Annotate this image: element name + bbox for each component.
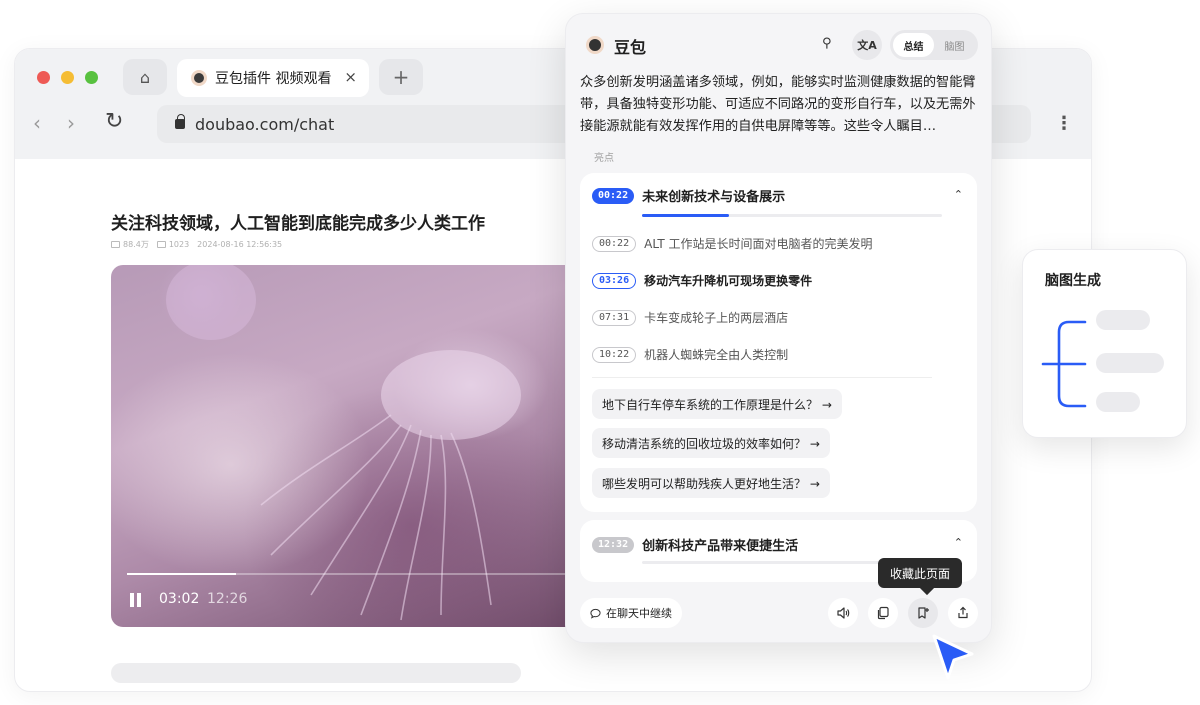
section-header[interactable]: 12:32 创新科技产品带来便捷生活 bbox=[592, 535, 798, 554]
highlight-text: 卡车变成轮子上的两层酒店 bbox=[644, 311, 789, 325]
stage: ⌂ 豆包插件 视频观看 × + ‹ › ↻ doubao.com/chat ⋮ … bbox=[0, 0, 1200, 705]
divider bbox=[592, 377, 932, 378]
section-timestamp[interactable]: 12:32 bbox=[592, 536, 635, 553]
highlight-section-card: 00:22 未来创新技术与设备展示 ⌃ 00:22 ALT 工作站是长时间面对电… bbox=[580, 173, 977, 512]
tab-mindmap[interactable]: 脑图 bbox=[934, 33, 975, 57]
bookmark-tooltip: 收藏此页面 bbox=[878, 558, 963, 588]
highlight-text: 移动汽车升降机可现场更换零件 bbox=[644, 274, 813, 288]
panel-title: 豆包 bbox=[614, 38, 647, 57]
highlight-item[interactable]: 07:31 卡车变成轮子上的两层酒店 bbox=[592, 309, 788, 326]
play-count-icon bbox=[111, 241, 120, 248]
view-switcher: 总结 脑图 bbox=[890, 30, 978, 60]
views-count: 88.4万 bbox=[111, 239, 149, 250]
doubao-favicon-icon bbox=[191, 70, 207, 86]
chat-bubble-icon bbox=[590, 608, 601, 619]
tab-title: 豆包插件 视频观看 bbox=[215, 71, 332, 87]
video-progress-track[interactable] bbox=[127, 573, 581, 575]
back-icon[interactable]: ‹ bbox=[33, 111, 41, 135]
search-icon[interactable]: ⚲ bbox=[822, 36, 832, 51]
lock-icon bbox=[175, 114, 185, 129]
mindmap-card[interactable]: 脑图生成 bbox=[1022, 249, 1187, 438]
summary-text: 众多创新发明涵盖诸多领域，例如，能够实时监测健康数据的智能臂带，具备独特变形功能… bbox=[580, 75, 976, 134]
continue-label: 在聊天中继续 bbox=[606, 607, 672, 620]
highlight-timestamp[interactable]: 07:31 bbox=[592, 309, 637, 326]
highlight-item[interactable]: 10:22 机器人蜘蛛完全由人类控制 bbox=[592, 346, 788, 363]
doubao-side-panel: 豆包 ⚲ 文A 总结 脑图 众多创新发明涵盖诸多领域，例如，能够实时监测健康数据… bbox=[565, 13, 992, 643]
mindmap-node bbox=[1096, 310, 1150, 330]
mindmap-node bbox=[1096, 392, 1140, 412]
cursor-arrow-icon bbox=[932, 634, 974, 680]
reload-icon[interactable]: ↻ bbox=[105, 109, 123, 134]
current-time: 03:02 bbox=[159, 591, 200, 607]
video-player[interactable]: 03:02 12:26 bbox=[111, 265, 591, 627]
more-menu-icon[interactable]: ⋮ bbox=[1055, 113, 1073, 134]
close-window-button[interactable] bbox=[37, 71, 50, 84]
highlight-item[interactable]: 00:22 ALT 工作站是长时间面对电脑者的完美发明 bbox=[592, 235, 873, 252]
comments-count: 1023 bbox=[156, 240, 190, 249]
continue-in-chat-button[interactable]: 在聊天中继续 bbox=[580, 598, 682, 628]
mindmap-node bbox=[1096, 353, 1164, 373]
suggested-question[interactable]: 哪些发明可以帮助残疾人更好地生活？ → bbox=[592, 468, 830, 498]
video-progress-fill bbox=[127, 573, 236, 575]
suggested-question[interactable]: 地下自行车停车系统的工作原理是什么？ → bbox=[592, 389, 842, 419]
copy-icon[interactable] bbox=[868, 598, 898, 628]
browser-tab[interactable]: 豆包插件 视频观看 × bbox=[177, 59, 369, 97]
section-progress-fill bbox=[642, 214, 729, 217]
share-icon[interactable] bbox=[948, 598, 978, 628]
section-progress-track bbox=[642, 561, 882, 564]
collapse-chevron-icon[interactable]: ⌃ bbox=[954, 536, 963, 549]
comment-icon bbox=[156, 241, 166, 248]
video-meta: 88.4万 1023 2024-08-16 12:56:35 bbox=[111, 239, 282, 250]
mindmap-title: 脑图生成 bbox=[1045, 273, 1101, 289]
highlight-text: 机器人蜘蛛完全由人类控制 bbox=[644, 348, 789, 362]
new-tab-button[interactable]: + bbox=[379, 59, 423, 95]
section-title: 未来创新技术与设备展示 bbox=[642, 190, 786, 205]
page-title: 关注科技领域，人工智能到底能完成多少人类工作 bbox=[111, 214, 485, 234]
highlights-label: 亮点 bbox=[594, 153, 614, 164]
collapse-chevron-icon[interactable]: ⌃ bbox=[954, 188, 963, 201]
suggested-question[interactable]: 移动清洁系统的回收垃圾的效率如何？ → bbox=[592, 428, 830, 458]
comments-value: 1023 bbox=[168, 240, 190, 249]
tab-close-icon[interactable]: × bbox=[344, 68, 357, 86]
highlight-timestamp[interactable]: 00:22 bbox=[592, 235, 637, 252]
section-header[interactable]: 00:22 未来创新技术与设备展示 bbox=[592, 186, 785, 205]
publish-date: 2024-08-16 12:56:35 bbox=[197, 240, 283, 249]
doubao-avatar-icon bbox=[586, 36, 604, 54]
maximize-window-button[interactable] bbox=[85, 71, 98, 84]
pause-icon[interactable] bbox=[129, 593, 143, 607]
highlight-item-active[interactable]: 03:26 移动汽车升降机可现场更换零件 bbox=[592, 272, 812, 289]
highlight-timestamp[interactable]: 03:26 bbox=[592, 272, 637, 289]
content-placeholder bbox=[111, 663, 521, 683]
highlight-timestamp[interactable]: 10:22 bbox=[592, 346, 637, 363]
tab-summary[interactable]: 总结 bbox=[893, 33, 934, 57]
mindmap-branch-icon bbox=[1041, 320, 1087, 408]
minimize-window-button[interactable] bbox=[61, 71, 74, 84]
url-text: doubao.com/chat bbox=[195, 114, 335, 134]
total-time: 12:26 bbox=[207, 591, 248, 607]
speaker-icon[interactable] bbox=[828, 598, 858, 628]
forward-icon[interactable]: › bbox=[67, 111, 75, 135]
section-progress-track bbox=[642, 214, 942, 217]
section-title: 创新科技产品带来便捷生活 bbox=[642, 539, 799, 554]
translate-icon[interactable]: 文A bbox=[852, 30, 882, 60]
home-icon[interactable]: ⌂ bbox=[123, 59, 167, 95]
bookmark-icon[interactable] bbox=[908, 598, 938, 628]
section-timestamp[interactable]: 00:22 bbox=[592, 187, 635, 204]
highlight-text: ALT 工作站是长时间面对电脑者的完美发明 bbox=[644, 237, 873, 251]
views-value: 88.4万 bbox=[123, 240, 149, 249]
